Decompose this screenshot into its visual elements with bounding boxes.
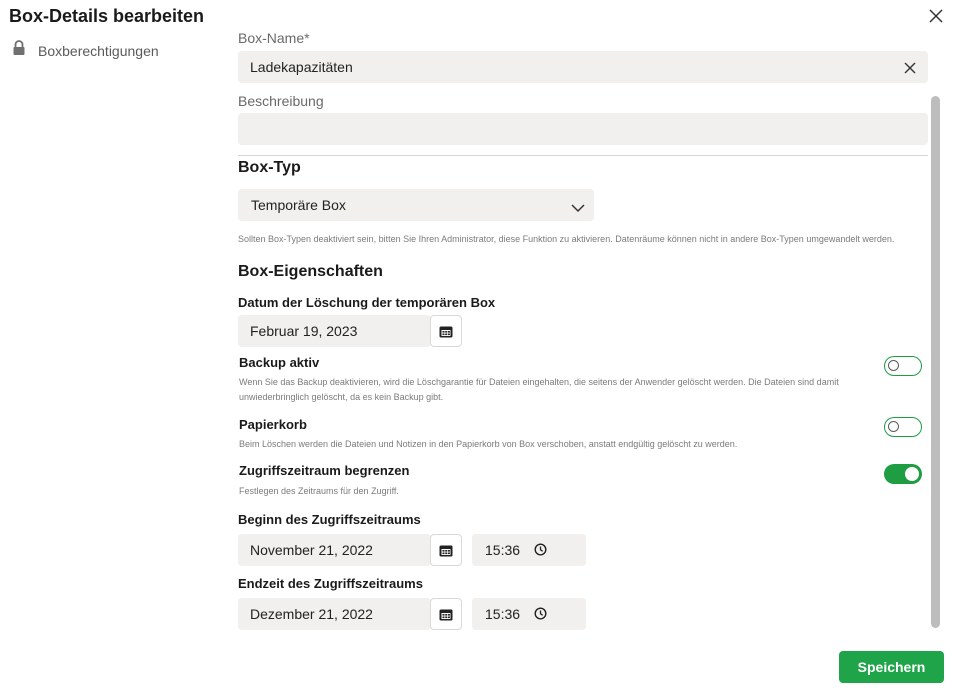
scrollbar[interactable] xyxy=(931,96,940,628)
calendar-icon[interactable] xyxy=(430,534,462,566)
box-type-help: Sollten Box-Typen deaktiviert sein, bitt… xyxy=(238,234,895,244)
deletion-date-label: Datum der Löschung der temporären Box xyxy=(238,295,496,310)
sidebar-item-label: Boxberechtigungen xyxy=(38,42,159,59)
close-icon[interactable] xyxy=(928,8,944,24)
dialog-title: Box-Details bearbeiten xyxy=(9,6,205,26)
clock-icon[interactable] xyxy=(534,543,547,561)
divider xyxy=(238,155,928,156)
access-end-date-value: Dezember 21, 2022 xyxy=(250,606,373,622)
access-end-time-value: 15:36 xyxy=(485,606,521,622)
backup-toggle[interactable] xyxy=(884,356,922,376)
access-start-label: Beginn des Zugriffszeitraums xyxy=(238,512,421,527)
box-type-select[interactable]: Temporäre Box xyxy=(238,189,594,221)
access-start-time-input[interactable]: 15:36 xyxy=(472,534,586,566)
access-limit-help: Festlegen des Zeitraums für den Zugriff. xyxy=(239,486,399,496)
access-end-date-input[interactable]: Dezember 21, 2022 xyxy=(238,598,431,630)
trash-label: Papierkorb xyxy=(239,417,307,432)
lock-icon xyxy=(12,40,26,61)
clock-icon[interactable] xyxy=(534,607,547,625)
access-limit-toggle[interactable] xyxy=(884,464,922,484)
box-name-input[interactable]: Ladekapazitäten xyxy=(238,51,928,83)
access-end-label: Endzeit des Zugriffszeitraums xyxy=(238,576,423,591)
box-type-selected: Temporäre Box xyxy=(251,197,346,213)
access-start-time-value: 15:36 xyxy=(485,542,521,558)
box-type-heading: Box-Typ xyxy=(238,159,301,176)
sidebar-item-boxberechtigungen[interactable]: Boxberechtigungen xyxy=(12,40,159,61)
deletion-date-input[interactable]: Februar 19, 2023 xyxy=(238,315,431,347)
backup-label: Backup aktiv xyxy=(239,355,320,370)
description-label: Beschreibung xyxy=(238,93,324,109)
box-name-label: Box-Name* xyxy=(238,30,310,46)
chevron-down-icon xyxy=(571,200,585,218)
access-end-time-input[interactable]: 15:36 xyxy=(472,598,586,630)
calendar-icon[interactable] xyxy=(430,315,462,347)
access-limit-label: Zugriffszeitraum begrenzen xyxy=(239,463,410,478)
form-scroll-area[interactable]: Box-Name* Ladekapazitäten Beschreibung B… xyxy=(238,30,930,636)
access-start-date-value: November 21, 2022 xyxy=(250,542,373,558)
box-name-value: Ladekapazitäten xyxy=(250,59,353,75)
trash-toggle[interactable] xyxy=(884,417,922,437)
access-start-date-input[interactable]: November 21, 2022 xyxy=(238,534,431,566)
description-input[interactable] xyxy=(238,113,928,145)
backup-help: Wenn Sie das Backup deaktivieren, wird d… xyxy=(239,377,839,402)
deletion-date-value: Februar 19, 2023 xyxy=(250,323,358,339)
trash-help: Beim Löschen werden die Dateien und Noti… xyxy=(239,439,738,449)
box-properties-heading: Box-Eigenschaften xyxy=(238,263,383,280)
clear-icon[interactable] xyxy=(904,61,916,79)
calendar-icon[interactable] xyxy=(430,598,462,630)
save-button[interactable]: Speichern xyxy=(839,651,944,683)
